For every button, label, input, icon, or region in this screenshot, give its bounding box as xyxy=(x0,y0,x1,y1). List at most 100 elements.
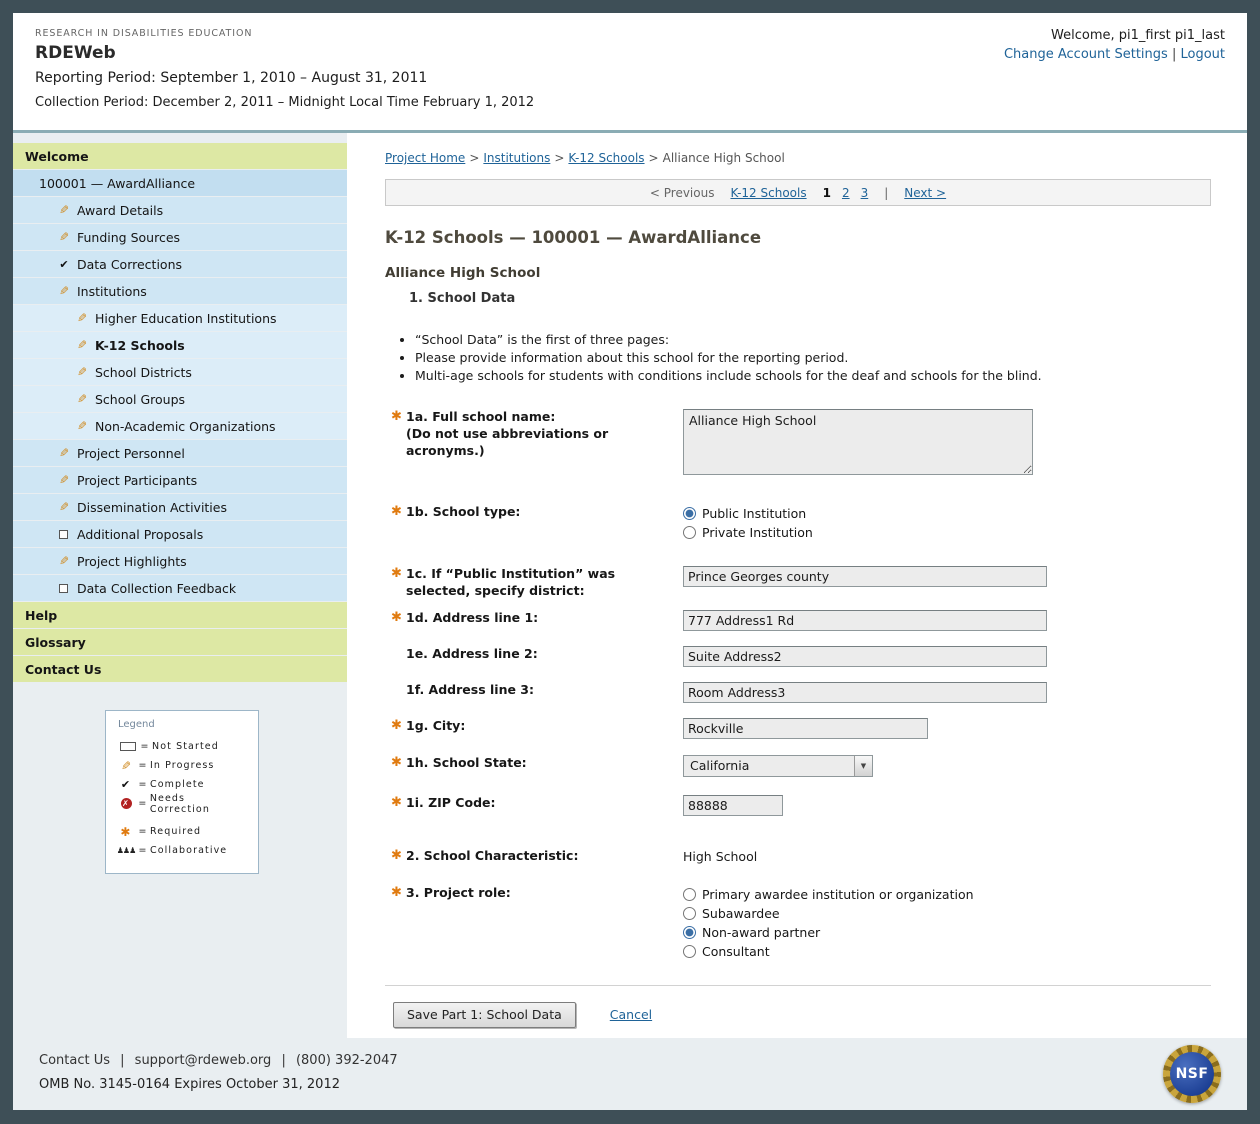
change-account-settings-link[interactable]: Change Account Settings xyxy=(1004,47,1168,62)
school-type-radio[interactable] xyxy=(683,526,696,539)
project-role-radio-group: Primary awardee institution or organizat… xyxy=(683,885,1211,961)
checkmark-icon: ✔ xyxy=(57,258,71,271)
field-label-1d: 1d. Address line 1: xyxy=(406,610,538,627)
required-asterisk-icon: ✱ xyxy=(391,504,406,521)
project-role-option-subawardee[interactable]: Subawardee xyxy=(683,904,1211,923)
pencil-icon: ✎ xyxy=(57,473,71,487)
form-row-project-role: ✱ 3. Project role: Primary awardee insti… xyxy=(391,885,1211,961)
breadcrumb-item-project-home[interactable]: Project Home xyxy=(385,151,465,165)
sidebar-item-help[interactable]: Help xyxy=(13,602,347,628)
collection-period: Collection Period: December 2, 2011 – Mi… xyxy=(35,95,1225,110)
sidebar-item-project-highlights[interactable]: ✎Project Highlights xyxy=(13,548,347,574)
project-role-option-non-award-partner[interactable]: Non-award partner xyxy=(683,923,1211,942)
sidebar-item-label: Help xyxy=(25,608,57,623)
form-row-school-characteristic: ✱ 2. School Characteristic: High School xyxy=(391,848,1211,865)
header: RESEARCH IN DISABILITIES EDUCATION RDEWe… xyxy=(13,13,1247,130)
project-role-radio[interactable] xyxy=(683,926,696,939)
footer-contact-us-link[interactable]: Contact Us xyxy=(39,1053,110,1068)
sidebar-item-project-participants[interactable]: ✎Project Participants xyxy=(13,467,347,493)
radio-option-label: Non-award partner xyxy=(702,925,820,940)
next-page-link[interactable]: Next > xyxy=(904,186,946,200)
school-type-option-public-institution[interactable]: Public Institution xyxy=(683,504,1211,523)
nsf-logo-globe: NSF xyxy=(1170,1052,1214,1096)
sidebar-item-project-personnel[interactable]: ✎Project Personnel xyxy=(13,440,347,466)
pencil-icon: ✎ xyxy=(57,284,71,298)
radio-option-label: Primary awardee institution or organizat… xyxy=(702,887,974,902)
school-type-radio[interactable] xyxy=(683,507,696,520)
legend-entry-collaborative: ♟♟♟=Collaborative xyxy=(118,841,248,860)
district-input[interactable] xyxy=(683,566,1047,587)
sidebar-item-label: K-12 Schools xyxy=(95,338,185,353)
sidebar-item-institutions[interactable]: ✎Institutions xyxy=(13,278,347,304)
school-type-option-private-institution[interactable]: Private Institution xyxy=(683,523,1211,542)
breadcrumb-item-k-12-schools[interactable]: K-12 Schools xyxy=(568,151,644,165)
project-role-radio[interactable] xyxy=(683,945,696,958)
sidebar-item-label: Higher Education Institutions xyxy=(95,311,277,326)
school-state-select[interactable]: California ▼ xyxy=(683,755,873,777)
sidebar-item-label: Award Details xyxy=(77,203,163,218)
sidebar-item-k-12-schools[interactable]: ✎K-12 Schools xyxy=(13,332,347,358)
breadcrumb-item-institutions[interactable]: Institutions xyxy=(483,151,550,165)
sidebar-item-label: Funding Sources xyxy=(77,230,180,245)
field-label-1a: 1a. Full school name: xyxy=(406,409,683,426)
required-asterisk-icon: ✱ xyxy=(391,566,406,583)
project-role-radio[interactable] xyxy=(683,888,696,901)
sidebar-item-school-districts[interactable]: ✎School Districts xyxy=(13,359,347,385)
school-data-form: ✱ 1a. Full school name: (Do not use abbr… xyxy=(391,409,1211,961)
footer-support-email[interactable]: support@rdeweb.org xyxy=(135,1053,272,1068)
sidebar-item-higher-education-institutions[interactable]: ✎Higher Education Institutions xyxy=(13,305,347,331)
sidebar-item-non-academic-organizations[interactable]: ✎Non-Academic Organizations xyxy=(13,413,347,439)
radio-option-label: Consultant xyxy=(702,944,770,959)
sidebar-item-label: 100001 — AwardAlliance xyxy=(39,176,195,191)
address-line-3-input[interactable] xyxy=(683,682,1047,703)
address-line-1-input[interactable] xyxy=(683,610,1047,631)
form-row-school-type: ✱ 1b. School type: Public InstitutionPri… xyxy=(391,504,1211,542)
required-asterisk-icon: ✱ xyxy=(391,610,406,627)
required-asterisk-icon: ✱ xyxy=(391,795,406,812)
footer: Contact Us | support@rdeweb.org | (800) … xyxy=(13,1038,1247,1110)
legend-entry-label: Complete xyxy=(150,779,205,790)
pager-page-link-2[interactable]: 2 xyxy=(842,186,850,200)
school-type-radio-group: Public Institution Private Institution xyxy=(683,504,1211,542)
zip-code-input[interactable] xyxy=(683,795,783,816)
radio-option-label: Private Institution xyxy=(702,525,813,540)
legend-entry-needs-correction: ✗=Needs Correction xyxy=(118,794,248,813)
sidebar-item-school-groups[interactable]: ✎School Groups xyxy=(13,386,347,412)
sidebar-item-welcome[interactable]: Welcome xyxy=(13,143,347,169)
cancel-link[interactable]: Cancel xyxy=(610,1007,652,1022)
breadcrumb-item-alliance-high-school: Alliance High School xyxy=(663,151,785,165)
sidebar-item-100001-awardalliance[interactable]: 100001 — AwardAlliance xyxy=(13,170,347,196)
address-line-2-input[interactable] xyxy=(683,646,1047,667)
logout-link[interactable]: Logout xyxy=(1180,47,1225,62)
sidebar-item-label: Additional Proposals xyxy=(77,527,203,542)
field-label-3: 3. Project role: xyxy=(406,885,511,902)
sidebar-item-funding-sources[interactable]: ✎Funding Sources xyxy=(13,224,347,250)
pager-group-link[interactable]: K-12 Schools xyxy=(730,186,806,200)
city-input[interactable] xyxy=(683,718,928,739)
main-content: Project Home>Institutions>K-12 Schools>A… xyxy=(347,133,1247,1038)
pager-page-link-3[interactable]: 3 xyxy=(861,186,869,200)
legend-entry-label: In Progress xyxy=(150,760,215,771)
sidebar-item-label: Dissemination Activities xyxy=(77,500,227,515)
sidebar-item-award-details[interactable]: ✎ Award Details xyxy=(13,197,347,223)
project-role-option-consultant[interactable]: Consultant xyxy=(683,942,1211,961)
equals-sign: = xyxy=(136,779,150,790)
project-role-radio[interactable] xyxy=(683,907,696,920)
sidebar-item-dissemination-activities[interactable]: ✎Dissemination Activities xyxy=(13,494,347,520)
sidebar-item-contact-us[interactable]: Contact Us xyxy=(13,656,347,682)
field-label-1f: 1f. Address line 3: xyxy=(406,682,534,699)
pager-current-page: 1 xyxy=(823,186,831,200)
sidebar-item-additional-proposals[interactable]: Additional Proposals xyxy=(13,521,347,547)
full-school-name-textarea[interactable]: Alliance High School xyxy=(683,409,1033,475)
pencil-icon: ✎ xyxy=(57,203,71,217)
page-title: K-12 Schools — 100001 — AwardAlliance xyxy=(385,228,1211,247)
project-role-option-primary-awardee-institution-or-organization[interactable]: Primary awardee institution or organizat… xyxy=(683,885,1211,904)
page: RESEARCH IN DISABILITIES EDUCATION RDEWe… xyxy=(13,13,1247,1110)
sidebar-item-data-collection-feedback[interactable]: Data Collection Feedback xyxy=(13,575,347,601)
equals-sign: = xyxy=(136,845,150,856)
school-characteristic-value: High School xyxy=(683,848,1211,864)
save-part1-button[interactable]: Save Part 1: School Data xyxy=(393,1002,576,1028)
sidebar-item-data-corrections[interactable]: ✔Data Corrections xyxy=(13,251,347,277)
sidebar-item-glossary[interactable]: Glossary xyxy=(13,629,347,655)
pagination-bar: < Previous K-12 Schools 123 | Next > xyxy=(385,179,1211,206)
